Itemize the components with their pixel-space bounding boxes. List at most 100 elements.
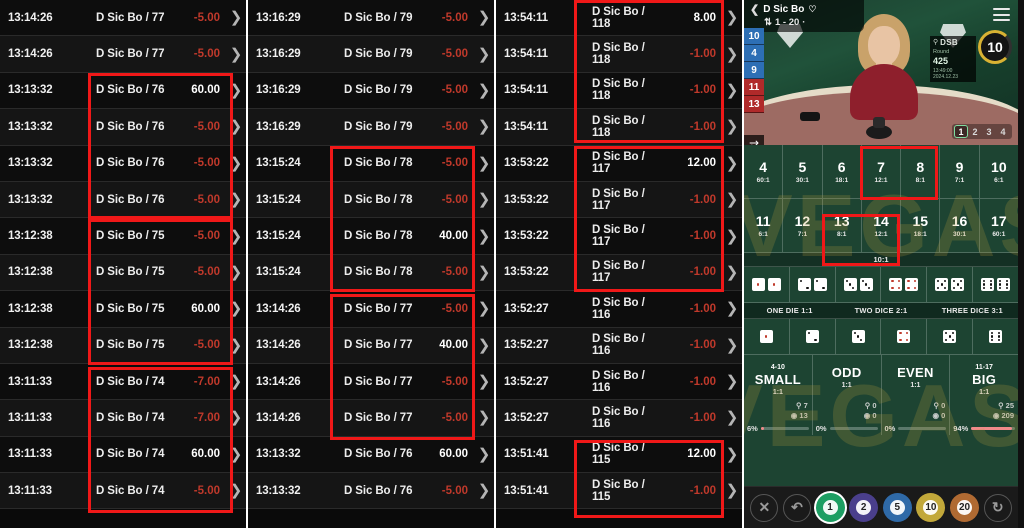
dice-single-row[interactable] bbox=[744, 319, 1018, 355]
chevron-right-icon[interactable]: ❯ bbox=[226, 229, 246, 244]
chevron-left-icon[interactable]: ❮ bbox=[750, 3, 759, 16]
chevron-right-icon[interactable]: ❯ bbox=[722, 338, 742, 353]
number-bet-cell[interactable]: 10 6:1 bbox=[980, 145, 1018, 198]
bet-row[interactable]: 13:52:27 D Sic Bo / 116 -1.00 ❯ bbox=[496, 327, 742, 364]
bet-row[interactable]: 13:13:32 D Sic Bo / 76 60.00 ❯ bbox=[248, 436, 494, 474]
chevron-right-icon[interactable]: ❯ bbox=[474, 10, 494, 25]
chevron-right-icon[interactable]: ❯ bbox=[474, 47, 494, 62]
double-dice-bet[interactable] bbox=[973, 267, 1018, 302]
chevron-right-icon[interactable]: ❯ bbox=[722, 119, 742, 134]
chevron-right-icon[interactable]: ❯ bbox=[474, 83, 494, 98]
double-dice-bet[interactable] bbox=[881, 267, 928, 302]
chevron-right-icon[interactable]: ❯ bbox=[226, 119, 246, 134]
bet-row[interactable]: 13:53:22 D Sic Bo / 117 -1.00 ❯ bbox=[496, 181, 742, 219]
bet-row[interactable]: 13:11:33 D Sic Bo / 74 60.00 ❯ bbox=[0, 436, 246, 474]
chevron-right-icon[interactable]: ❯ bbox=[474, 119, 494, 134]
bet-row[interactable]: 13:15:24 D Sic Bo / 78 40.00 ❯ bbox=[248, 218, 494, 255]
number-bet-cell[interactable]: 9 7:1 bbox=[940, 145, 980, 198]
chevron-right-icon[interactable]: ❯ bbox=[722, 47, 742, 62]
bet-history-panel-1[interactable]: VEGAS11 VEGAS11 VEGAS11 13:14:26D Sic Bo… bbox=[0, 0, 248, 528]
chip-2[interactable]: 2 bbox=[849, 493, 879, 522]
chip-10[interactable]: 10 bbox=[916, 493, 946, 522]
bet-row[interactable]: 13:13:32 D Sic Bo / 76 -5.00 ❯ bbox=[0, 145, 246, 182]
chip-20[interactable]: 20 bbox=[950, 493, 980, 522]
bet-row[interactable]: 13:54:11 D Sic Bo / 118 -1.00 ❯ bbox=[496, 36, 742, 73]
bet-row[interactable]: 13:14:26 D Sic Bo / 77 -5.00 ❯ bbox=[248, 291, 494, 328]
close-icon[interactable]: ✕ bbox=[750, 493, 779, 522]
dice-pair-row[interactable] bbox=[744, 267, 1018, 303]
page-dot[interactable]: 1 bbox=[954, 125, 968, 138]
bet-row[interactable]: 13:15:24 D Sic Bo / 78 -5.00 ❯ bbox=[248, 145, 494, 182]
number-bet-cell[interactable]: 12 7:1 bbox=[783, 199, 823, 252]
number-row-top[interactable]: 4 60:1 5 30:1 6 18:1 7 12:1 8 8:1 9 7:1 10 6:1 bbox=[744, 145, 1018, 199]
bet-history-panel-3[interactable]: VEGAS11 VEGAS11 VEGAS11 13:54:11D Sic Bo… bbox=[496, 0, 744, 528]
page-dot[interactable]: 3 bbox=[982, 125, 996, 138]
outer-bet-small[interactable]: 4-10 SMALL 1:1 ⚲ 7 ◉ 13 6% bbox=[744, 355, 813, 435]
chevron-right-icon[interactable]: ❯ bbox=[722, 265, 742, 280]
chevron-right-icon[interactable]: ❯ bbox=[474, 192, 494, 207]
undo-icon[interactable]: ↶ bbox=[782, 493, 811, 522]
single-die-bet[interactable] bbox=[790, 319, 836, 354]
chip-5[interactable]: 5 bbox=[882, 493, 912, 522]
bet-row[interactable]: 13:52:27 D Sic Bo / 116 -1.00 ❯ bbox=[496, 363, 742, 401]
number-bet-cell[interactable]: 13 8:1 bbox=[823, 199, 862, 252]
chevron-right-icon[interactable]: ❯ bbox=[226, 410, 246, 425]
chevron-right-icon[interactable]: ❯ bbox=[722, 374, 742, 389]
chevron-right-icon[interactable]: ❯ bbox=[722, 447, 742, 462]
bet-row[interactable]: 13:12:38 D Sic Bo / 75 60.00 ❯ bbox=[0, 291, 246, 328]
bet-row[interactable]: 13:11:33 D Sic Bo / 74 -5.00 ❯ bbox=[0, 473, 246, 510]
single-die-bet[interactable] bbox=[744, 319, 790, 354]
chevron-right-icon[interactable]: ❯ bbox=[474, 410, 494, 425]
bet-row[interactable]: 13:16:29 D Sic Bo / 79 -5.00 ❯ bbox=[248, 0, 494, 37]
chevron-right-icon[interactable]: ❯ bbox=[474, 374, 494, 389]
live-video-stream[interactable]: ❮ D Sic Bo ♡ ⇅ 1 - 20 · 10 4 9 11 13 ⇄ ⚲ DSB … bbox=[744, 0, 1018, 145]
chevron-right-icon[interactable]: ❯ bbox=[226, 374, 246, 389]
chip-1[interactable]: 1 bbox=[815, 493, 845, 522]
chip-toolbar[interactable]: ✕ ↶ 1 2 5 10 20 ↻ bbox=[744, 486, 1018, 528]
single-die-bet[interactable] bbox=[927, 319, 974, 354]
number-bet-cell[interactable]: 7 12:1 bbox=[862, 145, 902, 198]
bet-row[interactable]: 13:51:41 D Sic Bo / 115 12.00 ❯ bbox=[496, 436, 742, 474]
bet-row[interactable]: 13:54:11 D Sic Bo / 118 -1.00 ❯ bbox=[496, 72, 742, 110]
chevron-right-icon[interactable]: ❯ bbox=[226, 10, 246, 25]
chevron-right-icon[interactable]: ❯ bbox=[226, 192, 246, 207]
bet-history-panel-2[interactable]: VEGAS11 VEGAS11 VEGAS11 13:16:29D Sic Bo… bbox=[248, 0, 496, 528]
number-bet-cell[interactable]: 6 18:1 bbox=[823, 145, 862, 198]
bet-row[interactable]: 13:52:27 D Sic Bo / 116 -1.00 ❯ bbox=[496, 400, 742, 437]
bet-row[interactable]: 13:14:26 D Sic Bo / 77 -5.00 ❯ bbox=[248, 363, 494, 401]
outer-bet-odd[interactable]: ODD 1:1 ⚲ 0 ◉ 0 0% bbox=[813, 355, 882, 435]
number-bet-cell[interactable]: 5 30:1 bbox=[783, 145, 823, 198]
bet-row[interactable]: 13:13:32 D Sic Bo / 76 60.00 ❯ bbox=[0, 72, 246, 110]
bet-row[interactable]: 13:13:32 D Sic Bo / 76 -5.00 ❯ bbox=[0, 181, 246, 219]
chevron-right-icon[interactable]: ❯ bbox=[226, 301, 246, 316]
chevron-right-icon[interactable]: ❯ bbox=[722, 192, 742, 207]
double-dice-bet[interactable] bbox=[836, 267, 882, 302]
swap-arrows-icon[interactable]: ⇄ bbox=[744, 135, 764, 145]
bet-row[interactable]: 13:12:38 D Sic Bo / 75 -5.00 ❯ bbox=[0, 254, 246, 292]
chevron-right-icon[interactable]: ❯ bbox=[474, 229, 494, 244]
chevron-right-icon[interactable]: ❯ bbox=[226, 265, 246, 280]
double-dice-bet[interactable] bbox=[744, 267, 790, 302]
chevron-right-icon[interactable]: ❯ bbox=[226, 83, 246, 98]
number-bet-cell[interactable]: 15 18:1 bbox=[901, 199, 941, 252]
bet-row[interactable]: 13:13:32 D Sic Bo / 76 -5.00 ❯ bbox=[248, 473, 494, 510]
chevron-right-icon[interactable]: ❯ bbox=[722, 10, 742, 25]
chevron-right-icon[interactable]: ❯ bbox=[474, 483, 494, 498]
bet-row[interactable]: 13:52:27 D Sic Bo / 116 -1.00 ❯ bbox=[496, 291, 742, 328]
bet-row[interactable]: 13:14:26 D Sic Bo / 77 -5.00 ❯ bbox=[0, 36, 246, 73]
single-die-bet[interactable] bbox=[836, 319, 882, 354]
heart-icon[interactable]: ♡ bbox=[808, 4, 816, 15]
chevron-right-icon[interactable]: ❯ bbox=[226, 338, 246, 353]
number-bet-cell[interactable]: 4 60:1 bbox=[744, 145, 784, 198]
bet-row[interactable]: 13:53:22 D Sic Bo / 117 12.00 ❯ bbox=[496, 145, 742, 182]
bet-row[interactable]: 13:13:32 D Sic Bo / 76 -5.00 ❯ bbox=[0, 109, 246, 146]
page-dot[interactable]: 2 bbox=[968, 125, 982, 138]
bet-row[interactable]: 13:54:11 D Sic Bo / 118 8.00 ❯ bbox=[496, 0, 742, 37]
bet-row[interactable]: 13:15:24 D Sic Bo / 78 -5.00 ❯ bbox=[248, 181, 494, 219]
bet-row[interactable]: 13:54:11 D Sic Bo / 118 -1.00 ❯ bbox=[496, 109, 742, 146]
bet-row[interactable]: 13:51:41 D Sic Bo / 115 -1.00 ❯ bbox=[496, 473, 742, 510]
outer-bet-even[interactable]: EVEN 1:1 ⚲ 0 ◉ 0 0% bbox=[882, 355, 951, 435]
bet-row[interactable]: 13:53:22 D Sic Bo / 117 -1.00 ❯ bbox=[496, 254, 742, 292]
bet-row[interactable]: 13:14:26 D Sic Bo / 77 40.00 ❯ bbox=[248, 327, 494, 364]
page-indicator[interactable]: 1234 bbox=[952, 124, 1012, 139]
